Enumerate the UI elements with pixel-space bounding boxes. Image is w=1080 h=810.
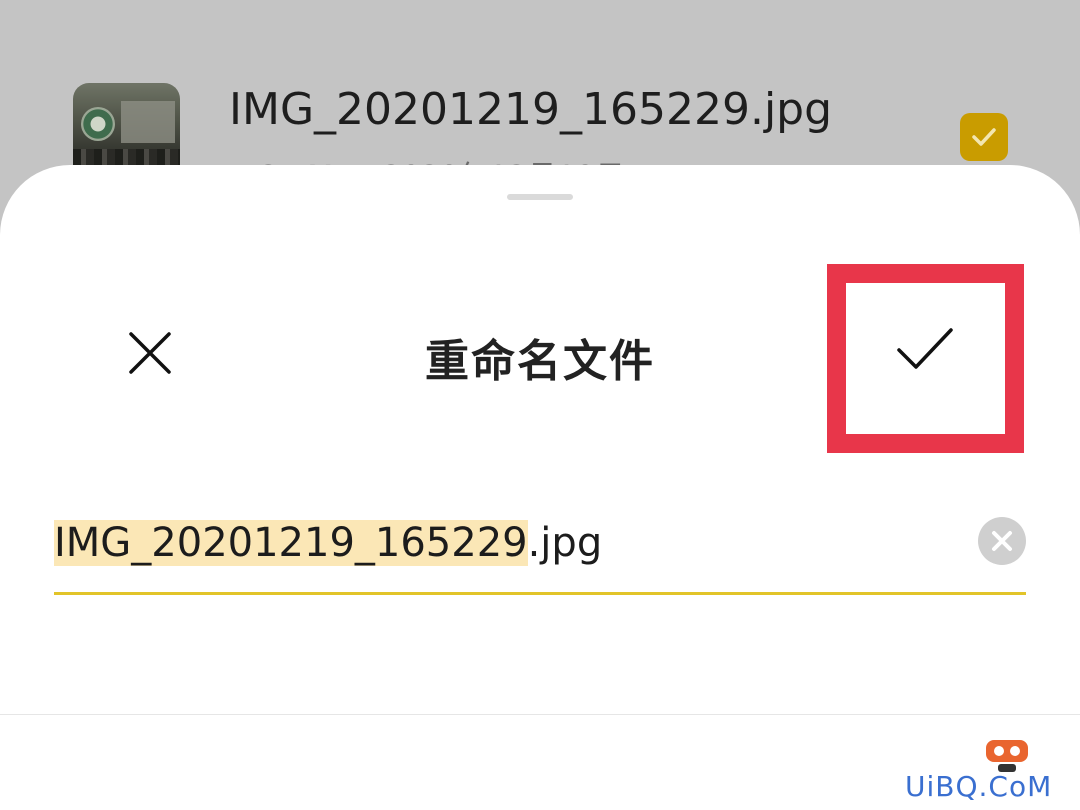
checkmark-icon — [897, 328, 953, 369]
confirm-button[interactable] — [846, 283, 1005, 434]
drag-handle[interactable] — [507, 194, 573, 200]
close-icon — [129, 332, 171, 374]
watermark-text: UiBQ.CoM — [905, 770, 1053, 803]
divider — [0, 714, 1080, 715]
confirm-highlight-frame — [827, 264, 1024, 453]
file-extension: .jpg — [527, 520, 603, 566]
checkbox-checked-icon[interactable] — [960, 113, 1008, 161]
file-name: IMG_20201219_165229.jpg — [229, 84, 833, 135]
rename-bottom-sheet: 重命名文件 IMG_20201219_165229.jpg — [0, 165, 1080, 810]
dialog-title: 重命名文件 — [425, 336, 655, 387]
clear-icon — [992, 531, 1012, 551]
selected-text: IMG_20201219_165229 — [54, 520, 528, 566]
clear-button[interactable] — [978, 517, 1026, 565]
filename-input-text[interactable]: IMG_20201219_165229.jpg — [54, 520, 602, 566]
close-button[interactable] — [110, 313, 190, 393]
filename-input[interactable]: IMG_20201219_165229.jpg — [54, 510, 1026, 595]
